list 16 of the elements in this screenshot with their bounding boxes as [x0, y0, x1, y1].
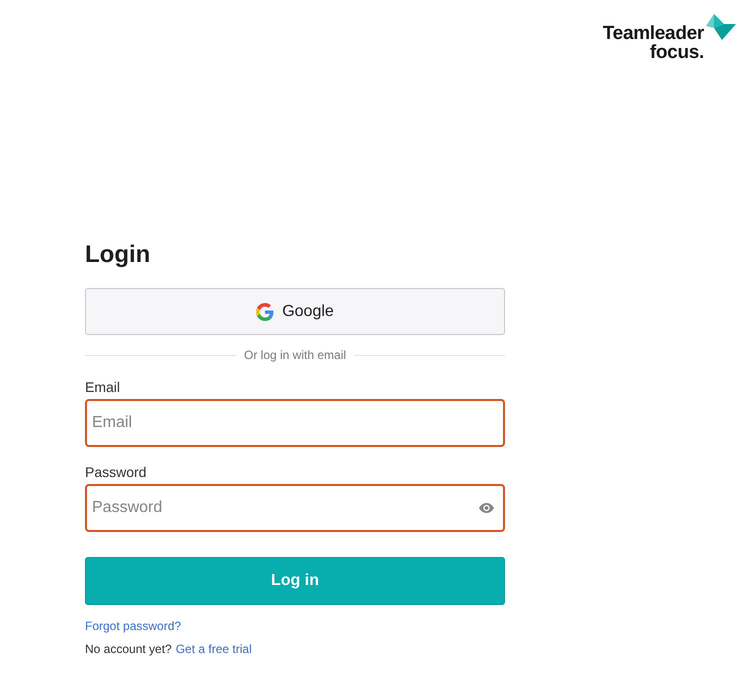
login-button[interactable]: Log in	[85, 557, 505, 605]
forgot-password-link[interactable]: Forgot password?	[85, 619, 182, 633]
logo-text: focus.	[650, 43, 704, 62]
login-title: Login	[85, 240, 152, 270]
logo-text: Teamleader	[602, 24, 704, 43]
eye-icon[interactable]	[479, 503, 494, 513]
free-trial-link[interactable]: Get a free trial	[176, 642, 252, 656]
field-label: Email	[85, 379, 122, 395]
google-icon	[256, 302, 274, 320]
email-field[interactable]: Email	[85, 399, 505, 447]
divider-text: Or log in with email	[244, 348, 346, 362]
logo-icon	[704, 14, 736, 40]
signup-prompt: No account yet?	[85, 642, 172, 656]
field-label: Password	[85, 464, 148, 480]
google-button[interactable]: Google	[85, 288, 505, 335]
password-field[interactable]: Password	[85, 484, 505, 532]
